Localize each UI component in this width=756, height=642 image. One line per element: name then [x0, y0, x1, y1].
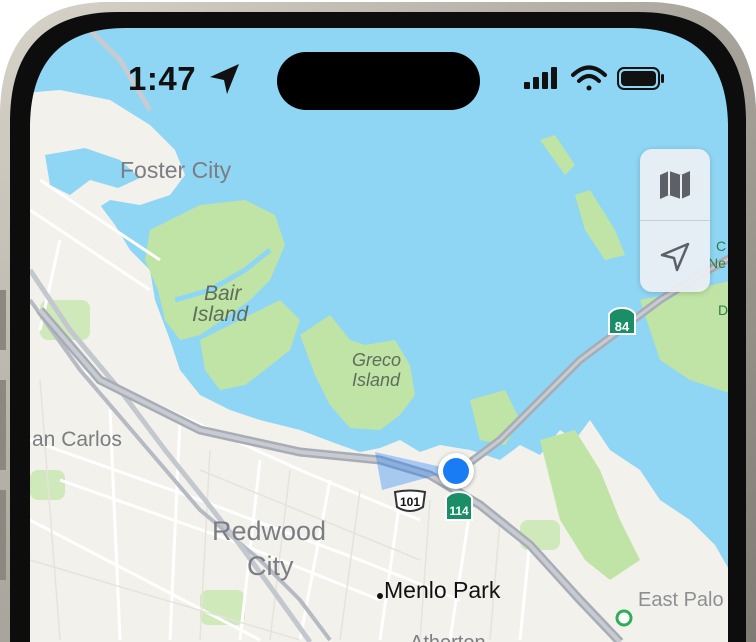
status-time: 1:47: [128, 60, 197, 97]
label-edge-ne: Ne: [708, 255, 726, 271]
label-redwood-city-line1: Redwood: [212, 516, 327, 546]
locate-me-button[interactable]: [640, 221, 710, 292]
label-bair-island-line2: Island: [192, 303, 249, 326]
map-controls-panel: [640, 149, 710, 292]
label-east-palo-alto: East Palo: [638, 589, 724, 611]
label-atherton: Atherton: [410, 632, 486, 642]
label-san-carlos: an Carlos: [32, 428, 122, 451]
label-foster-city: Foster City: [120, 157, 232, 183]
map-icon: [660, 170, 690, 199]
map-screen: Foster City Bair Island Greco Island an …: [0, 0, 756, 642]
ca-84-number: 84: [614, 319, 630, 334]
label-edge-c: C: [716, 238, 727, 254]
user-location-dot[interactable]: [438, 453, 474, 489]
map-mode-button[interactable]: [640, 149, 710, 220]
menlo-park-dot: [377, 593, 383, 599]
ca-84-shield: 84: [606, 306, 638, 336]
label-redwood-city-line2: City: [247, 551, 294, 581]
east-palo-alto-poi[interactable]: [615, 609, 633, 627]
label-greco-island-line1: Greco: [352, 350, 402, 370]
ca-114-shield: 114: [442, 490, 476, 522]
us-101-shield: 101: [393, 489, 427, 515]
label-greco-island-line2: Island: [352, 370, 401, 390]
map-canvas[interactable]: [0, 0, 756, 642]
ca-114-number: 114: [449, 504, 469, 518]
us-101-number: 101: [399, 495, 421, 509]
user-location-core: [443, 458, 469, 484]
location-arrow-outline-icon: [660, 242, 690, 271]
label-menlo-park[interactable]: Menlo Park: [384, 577, 500, 604]
label-edge-d: D: [718, 302, 729, 318]
